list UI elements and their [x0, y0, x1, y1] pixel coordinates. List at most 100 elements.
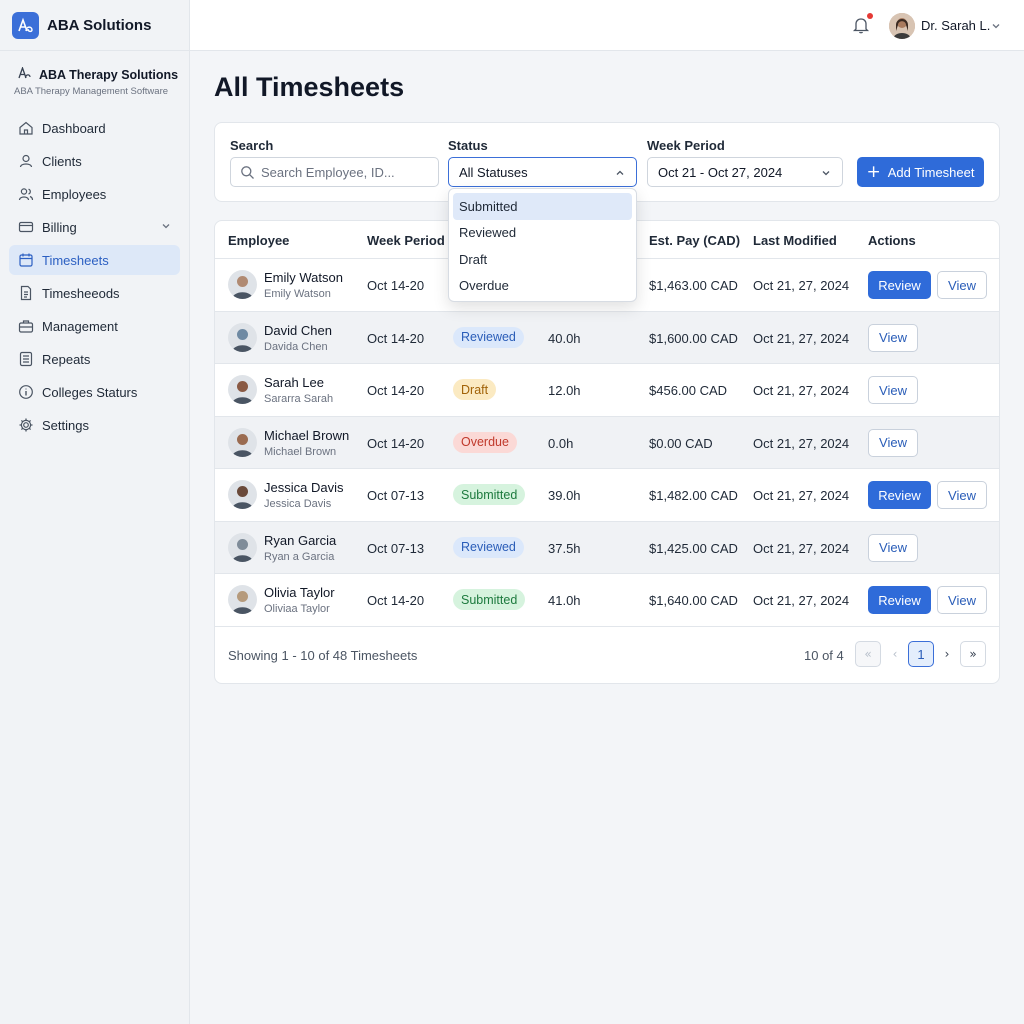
employee-name: David Chen	[264, 322, 332, 338]
sidebar-item-colleges-staturs[interactable]: Colleges Staturs	[9, 377, 180, 407]
plus-icon: +	[866, 161, 881, 182]
view-button[interactable]: View	[937, 271, 987, 299]
view-button[interactable]: View	[937, 481, 987, 509]
last-page-icon[interactable]: »	[960, 641, 986, 667]
topbar: Dr. Sarah L.	[190, 0, 1024, 51]
column-header-actions: Actions	[868, 233, 916, 248]
table-row[interactable]: Ryan Garcia Ryan a Garcia Oct 07-13 Reviewe…	[215, 521, 999, 574]
table-row[interactable]: Jessica Davis Jessica Davis Oct 07-13 Submi…	[215, 469, 999, 522]
status-option-draft[interactable]: Draft	[453, 246, 632, 273]
chevron-up-icon	[614, 167, 626, 182]
hours-cell: 39.0h	[548, 488, 581, 503]
chevron-down-icon[interactable]	[990, 19, 1002, 37]
showing-count: Showing 1 - 10 of 48 Timesheets	[228, 648, 418, 663]
employee-subtitle: Sararra Sarah	[264, 393, 334, 405]
sidebar-item-timesheeods[interactable]: Timesheeods	[9, 278, 180, 308]
status-badge: Reviewed	[453, 326, 524, 348]
review-button[interactable]: Review	[868, 586, 931, 614]
add-timesheet-button[interactable]: + Add Timesheet	[857, 157, 984, 187]
sidebar-item-timesheets[interactable]: Timesheets	[9, 245, 180, 275]
page-button-current[interactable]: 1	[908, 641, 934, 667]
app-name: ABA Solutions	[47, 16, 152, 34]
view-button[interactable]: View	[868, 323, 918, 352]
employee-subtitle: Emily Watson	[264, 288, 331, 300]
sidebar-item-label: Repeats	[42, 351, 91, 367]
column-header-employee[interactable]: Employee	[228, 233, 289, 248]
employee-subtitle: Michael Brown	[264, 445, 337, 458]
employee-name: Ryan Garcia	[264, 532, 337, 548]
last-modified-cell: Oct 21, 27, 2024	[753, 593, 850, 608]
previous-page-icon[interactable]: ‹	[882, 641, 908, 667]
week-period-select[interactable]: Oct 21 - Oct 27, 2024	[647, 157, 843, 187]
sidebar-item-settings[interactable]: Settings	[9, 410, 180, 440]
user-avatar[interactable]	[889, 13, 915, 39]
sidebar-item-clients[interactable]: Clients	[9, 146, 180, 176]
table-row[interactable]: David Chen Davida Chen Oct 14-20 Reviewed 40…	[215, 311, 999, 364]
search-input[interactable]: Search Employee, ID...	[230, 157, 439, 187]
column-header-est-pay[interactable]: Est. Pay (CAD)	[649, 233, 740, 248]
notification-dot	[867, 13, 873, 19]
column-header-week-period[interactable]: Week Period	[367, 233, 445, 248]
sidebar-item-employees[interactable]: Employees	[9, 179, 180, 209]
status-select[interactable]: All Statuses	[448, 157, 637, 187]
est-pay-cell: $1,482.00 CAD	[649, 488, 738, 503]
sidebar-item-label: Timesheeods	[42, 285, 120, 301]
table-row[interactable]: Olivia Taylor Oliviaa Taylor Oct 14-20 Subm…	[215, 574, 999, 627]
employee-subtitle: Davida Chen	[264, 340, 328, 353]
status-badge: Overdue	[453, 431, 517, 453]
page-title: All Timesheets	[214, 72, 405, 102]
sidebar-item-label: Clients	[42, 153, 82, 169]
first-page-icon[interactable]: «	[855, 641, 881, 667]
view-button[interactable]: View	[868, 376, 918, 404]
employee-avatar	[228, 270, 257, 299]
review-button[interactable]: Review	[868, 271, 931, 299]
week-period-label: Week Period	[647, 138, 725, 153]
status-badge: Draft	[453, 379, 497, 400]
employee-name: Jessica Davis	[264, 480, 344, 495]
user-name[interactable]: Dr. Sarah L.	[921, 18, 990, 33]
sidebar-item-repeats[interactable]: Repeats	[9, 344, 180, 374]
week-period-cell: Oct 07-13	[367, 540, 425, 556]
sidebar-nav: Dashboard Clients Employees Billing Time…	[9, 113, 180, 443]
sidebar-item-label: Timesheets	[42, 252, 109, 268]
sidebar-item-dashboard[interactable]: Dashboard	[9, 113, 180, 143]
table-row[interactable]: Sarah Lee Sararra Sarah Oct 14-20 Draft 12.0…	[215, 364, 999, 417]
organization-info: ABA Therapy Solutions ABA Therapy Manage…	[0, 51, 189, 97]
status-badge: Submitted	[453, 589, 526, 610]
employee-name: Emily Watson	[264, 270, 343, 285]
last-modified-cell: Oct 21, 27, 2024	[753, 278, 850, 293]
search-label: Search	[230, 138, 274, 153]
next-page-icon[interactable]: ›	[934, 641, 960, 667]
sidebar-item-management[interactable]: Management	[9, 311, 180, 341]
status-option-overdue[interactable]: Overdue	[453, 273, 632, 300]
status-dropdown-menu: Submitted Reviewed Draft Overdue	[448, 188, 637, 302]
last-modified-cell: Oct 21, 27, 2024	[753, 435, 850, 451]
employee-avatar	[228, 532, 257, 562]
est-pay-cell: $1,463.00 CAD	[649, 278, 738, 293]
est-pay-cell: $1,640.00 CAD	[649, 593, 738, 608]
column-header-last-modified[interactable]: Last Modified	[753, 233, 837, 248]
sidebar-item-billing[interactable]: Billing	[9, 212, 180, 242]
week-period-cell: Oct 14-20	[367, 383, 425, 398]
hours-cell: 40.0h	[548, 330, 581, 346]
view-button[interactable]: View	[868, 428, 918, 457]
organization-name: ABA Therapy Solutions	[39, 67, 179, 82]
list-icon	[18, 351, 34, 367]
briefcase-icon	[18, 318, 34, 334]
chevron-down-icon[interactable]	[160, 220, 172, 235]
hours-cell: 0.0h	[548, 435, 574, 451]
table-row[interactable]: Michael Brown Michael Brown Oct 14-20 Overd…	[215, 416, 999, 469]
credit-card-icon	[18, 219, 34, 235]
status-option-reviewed[interactable]: Reviewed	[453, 220, 632, 247]
brand[interactable]: ABA Solutions	[0, 0, 189, 51]
sidebar-item-label: Management	[42, 318, 118, 334]
view-button[interactable]: View	[937, 586, 987, 614]
employee-name: Sarah Lee	[264, 375, 324, 390]
employee-avatar	[228, 585, 257, 614]
sidebar-item-label: Billing	[42, 219, 77, 235]
week-period-value: Oct 21 - Oct 27, 2024	[658, 164, 783, 180]
review-button[interactable]: Review	[868, 481, 931, 509]
status-option-submitted[interactable]: Submitted	[453, 193, 632, 220]
view-button[interactable]: View	[868, 533, 918, 562]
last-modified-cell: Oct 21, 27, 2024	[753, 330, 850, 346]
